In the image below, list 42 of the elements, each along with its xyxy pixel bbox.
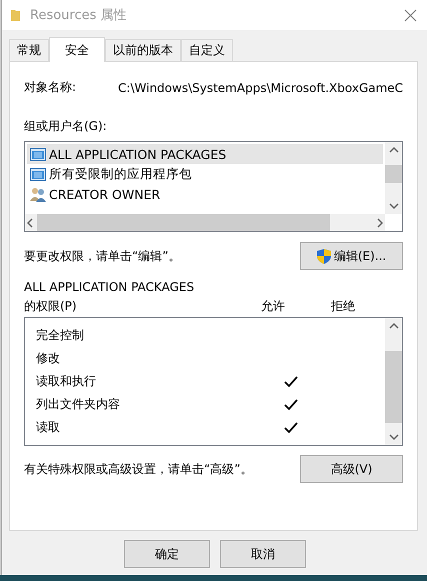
advanced-button[interactable]: 高级(V) [300, 455, 404, 483]
group-item[interactable]: ALL APPLICATION PACKAGES [27, 144, 384, 164]
dialog-button[interactable]: 确定 [124, 540, 210, 568]
hint-text: 要更改权限，请单击“编辑”。 [24, 248, 180, 264]
field-label: 组或用户名(G): [24, 118, 108, 135]
tab[interactable]: 以前的版本 [105, 39, 181, 61]
shield-icon [316, 248, 331, 264]
window-title: Resources 属性 [30, 7, 128, 24]
folder-icon [11, 8, 20, 22]
tab[interactable]: 安全 [49, 37, 105, 62]
permission-name: 读取和执行 [36, 373, 97, 390]
horizontal-scrollbar[interactable] [25, 214, 386, 231]
application-package-icon [30, 146, 46, 162]
scroll-up-icon [386, 321, 401, 331]
field-label: 对象名称: [24, 79, 76, 96]
field-label: 的权限(P) [24, 298, 78, 315]
permission-name: 修改 [36, 350, 61, 367]
application-package-icon [30, 166, 46, 182]
user-group-icon [30, 186, 46, 202]
group-item[interactable]: 所有受限制的应用程序包 [27, 164, 384, 184]
dialog-button[interactable]: 取消 [220, 540, 306, 568]
scroll-left-icon [25, 216, 35, 230]
permission-name: 列出文件夹内容 [36, 396, 121, 413]
scroll-up-icon [386, 145, 401, 155]
permission-name: 读取 [36, 419, 61, 436]
close-button[interactable] [402, 6, 420, 24]
scroll-down-icon [386, 432, 401, 442]
group-item[interactable]: CREATOR OWNER [27, 184, 384, 204]
edit-button[interactable]: 编辑(E)... [300, 242, 404, 270]
tab[interactable]: 自定义 [181, 39, 233, 61]
scroll-down-icon [386, 201, 401, 211]
permissions-title: ALL APPLICATION PACKAGES [24, 280, 196, 294]
scroll-right-icon [375, 216, 386, 230]
permission-name: 完全控制 [36, 327, 85, 344]
vertical-scrollbar[interactable] [385, 318, 402, 445]
close-icon [404, 8, 418, 22]
column-header: 允许 [261, 298, 286, 315]
column-header: 拒绝 [331, 298, 356, 315]
hint-text: 有关特殊权限或高级设置，请单击“高级”。 [24, 460, 252, 478]
object-path: C:\Windows\SystemApps\Microsoft.XboxGameC [118, 80, 404, 94]
vertical-scrollbar[interactable] [385, 142, 402, 214]
tab[interactable]: 常规 [9, 39, 49, 61]
